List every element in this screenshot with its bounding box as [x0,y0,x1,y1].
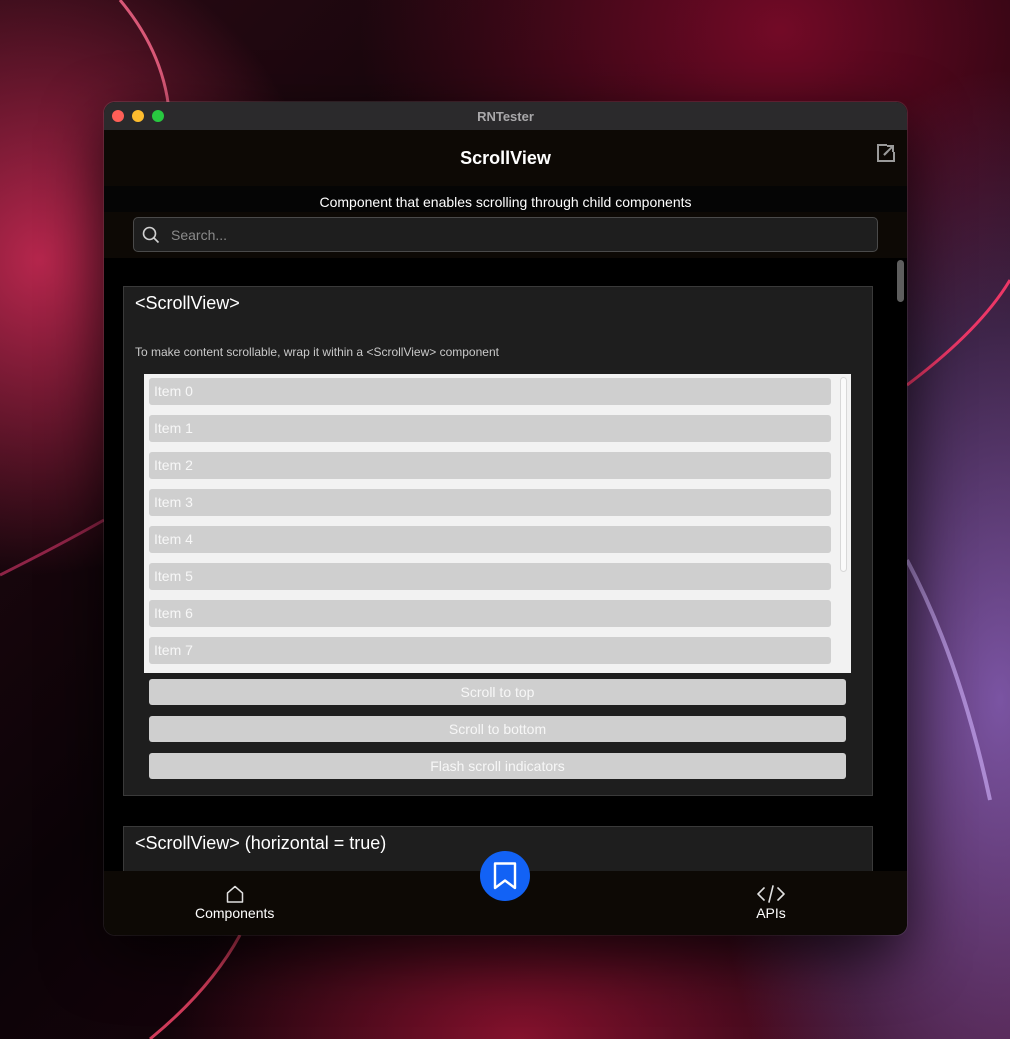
tab-components[interactable]: Components [195,884,274,921]
list-item[interactable]: Item 2 [149,452,831,479]
tab-bar: Components APIs [104,851,907,935]
card-title: <ScrollView> [135,293,240,313]
list-item[interactable]: Item 0 [149,378,831,405]
card-title: <ScrollView> (horizontal = true) [135,833,387,853]
description-bar: Component that enables scrolling through… [104,186,907,212]
tab-label: Components [195,905,275,921]
app-window: RNTester ScrollView Component that enabl… [104,102,907,935]
bookmark-icon [493,862,517,890]
page-description: Component that enables scrolling through… [319,194,692,210]
list-item[interactable]: Item 1 [149,415,831,442]
code-icon [757,885,785,903]
page-title: ScrollView [460,147,551,168]
scroll-to-top-button[interactable]: Scroll to top [149,679,846,705]
navigation-bar: ScrollView [104,130,907,186]
tab-apis[interactable]: APIs [755,884,787,921]
demo-scrollbar[interactable] [840,377,847,572]
maximize-window-button[interactable] [152,110,164,122]
flash-scroll-indicators-button[interactable]: Flash scroll indicators [149,753,846,779]
minimize-window-button[interactable] [132,110,144,122]
title-bar[interactable]: RNTester [104,102,907,130]
close-window-button[interactable] [112,110,124,122]
examples-list[interactable]: <ScrollView> To make content scrollable,… [104,258,907,871]
list-item[interactable]: Item 3 [149,489,831,516]
card-description: To make content scrollable, wrap it with… [135,345,499,359]
window-controls [112,110,164,122]
search-area [104,212,907,259]
page-scrollbar[interactable] [897,260,904,302]
search-icon [142,226,160,244]
search-box[interactable] [133,217,878,259]
list-item[interactable]: Item 4 [149,526,831,553]
tab-label: APIs [756,905,786,921]
search-input[interactable] [171,218,861,259]
demo-scrollview[interactable]: Item 0 Item 1 Item 2 Item 3 Item 4 Item … [144,374,851,673]
list-item[interactable]: Item 7 [149,637,831,664]
window-title: RNTester [477,108,534,124]
home-icon [226,885,243,903]
list-item[interactable]: Item 5 [149,563,831,590]
scroll-to-bottom-button[interactable]: Scroll to bottom [149,716,846,742]
external-link-icon[interactable] [875,142,897,164]
bookmark-button[interactable] [480,851,530,901]
list-item[interactable]: Item 6 [149,600,831,627]
example-card-scrollview: <ScrollView> To make content scrollable,… [123,286,873,796]
